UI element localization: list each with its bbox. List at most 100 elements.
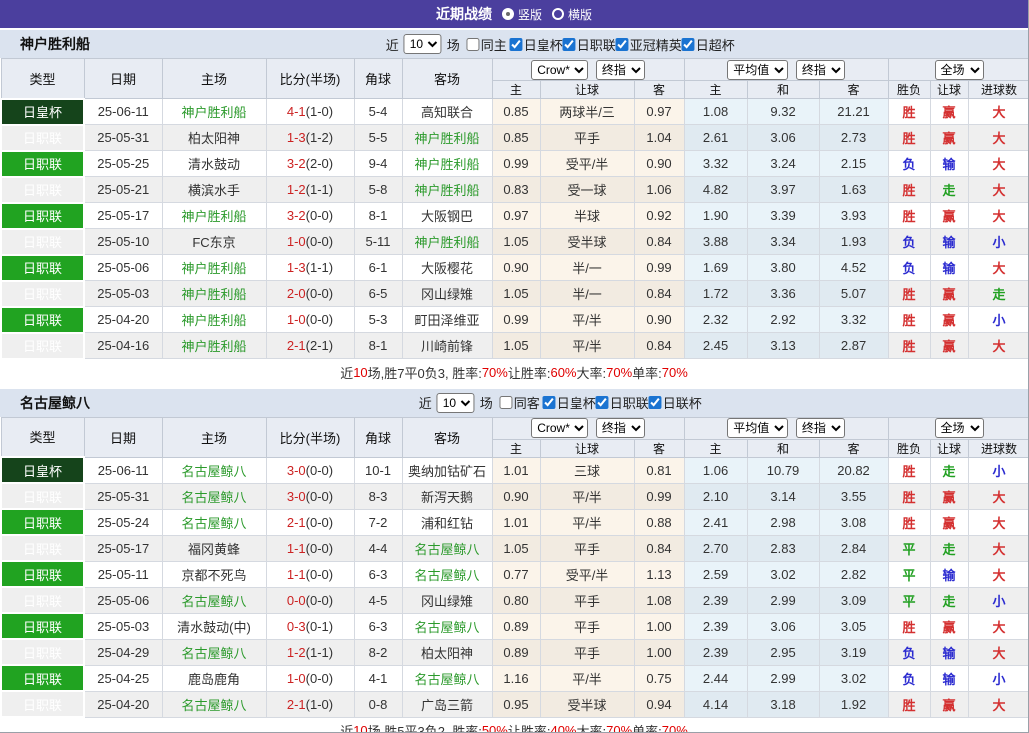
fulltime-score: 2-1 [286,338,306,353]
score-cell: 2-1(1-0) [265,690,355,718]
league-filter[interactable]: 日皇杯 [509,35,563,54]
league-filter[interactable]: 日职联 [595,393,649,412]
filter-controls: 近 10 场 同主 日皇杯 日职联 亚冠精英 日超杯 [386,34,735,54]
competition-type: 日职联 [0,664,85,692]
away-team: 川崎前锋 [401,332,493,359]
same-venue-toggle[interactable]: 同主 [466,35,507,54]
competition-type: 日职联 [0,305,85,334]
handicap-home-odds: 1.05 [491,534,541,562]
col-away: 客场 [401,416,493,458]
league-checkbox[interactable] [542,396,556,409]
avg-draw-odds: 3.39 [746,202,820,229]
handicap-time-select[interactable]: 终指 [595,59,645,80]
league-checkbox[interactable] [509,37,523,51]
layout-radio-vertical[interactable]: 竖版 [501,6,542,23]
league-checkbox[interactable] [595,396,609,409]
score-cell: 1-1(0-0) [265,534,355,562]
halftime-score: (1-0) [305,104,334,119]
col-avg-home: 主 [683,438,748,458]
avg-draw-odds: 3.06 [746,612,820,640]
fullmatch-select[interactable]: 全场 [934,418,984,438]
result-winlose: 胜 [887,124,931,151]
fulltime-score: 0-3 [286,618,306,634]
average-time-select[interactable]: 终指 [795,59,845,80]
summary-percent: 10 [353,723,368,733]
competition-type: 日职联 [0,586,85,614]
col-type: 类型 [0,58,85,99]
handicap-home-odds: 1.16 [491,664,541,692]
league-filter[interactable]: 亚冠精英 [615,35,682,54]
bookmaker-select[interactable]: Crow* [531,59,589,80]
fullmatch-select[interactable]: 全场 [934,59,984,80]
corner-count: 6-3 [353,560,403,588]
handicap-home-odds: 0.80 [491,586,541,614]
same-venue-toggle[interactable]: 同客 [499,393,540,412]
average-select[interactable]: 平均值 [727,418,789,438]
handicap-time-select[interactable]: 终指 [595,418,645,438]
handicap-group-header: Crow* 终指 [491,58,685,81]
avg-draw-odds: 3.34 [746,228,820,255]
avg-home-odds: 2.70 [683,534,748,562]
radio-unselected-icon[interactable] [552,8,564,20]
stats-table: 类型 日期 主场 比分(半场) 角球 客场 Crow* 终指 平均值 终指 全场… [0,416,1028,718]
halftime-score: (0-0) [305,540,334,556]
home-team: 清水鼓动 [161,150,267,177]
score-cell: 2-1(2-1) [265,332,355,359]
away-team: 神户胜利船 [401,228,493,255]
handicap-home-odds: 0.95 [491,690,541,718]
corner-count: 5-11 [353,228,403,255]
league-checkbox[interactable] [648,396,662,409]
avg-home-odds: 2.32 [683,306,748,333]
corner-count: 0-8 [353,690,403,718]
avg-away-odds: 3.02 [818,664,889,692]
league-filter[interactable]: 日超杯 [681,35,735,54]
handicap-home-odds: 0.99 [491,150,541,177]
match-count-select[interactable]: 10 [436,392,475,413]
handicap-away-odds: 1.06 [633,176,685,203]
result-winlose: 负 [887,254,931,281]
bookmaker-select[interactable]: Crow* [531,418,589,438]
competition-type: 日职联 [0,123,85,152]
league-checkbox[interactable] [681,37,695,51]
result-winlose: 胜 [887,508,931,536]
summary-text: 大率: [576,724,607,733]
league-filter[interactable]: 日皇杯 [542,393,596,412]
result-goals: 大 [967,150,1028,177]
halftime-score: (1-2) [305,130,334,145]
home-team: 名古屋鲸八 [161,690,267,718]
summary-percent: 70% [606,364,633,380]
result-winlose: 负 [887,150,931,177]
league-checkbox[interactable] [562,37,576,51]
layout-radio-horizontal[interactable]: 横版 [552,6,592,23]
result-winlose: 负 [887,638,931,666]
away-team: 神户胜利船 [401,150,493,177]
match-date: 25-05-31 [83,124,163,151]
avg-away-odds: 3.93 [818,202,889,229]
home-team: 鹿岛鹿角 [161,664,267,692]
radio-selected-icon[interactable] [501,8,514,20]
result-winlose: 胜 [887,690,931,718]
same-venue-checkbox[interactable] [499,396,513,409]
league-filter[interactable]: 日职联 [562,35,616,54]
fulltime-score: 2-1 [286,696,306,712]
handicap-home-odds: 0.89 [491,638,541,666]
average-time-select[interactable]: 终指 [795,418,845,438]
match-row: 日职联 25-05-31 名古屋鲸八 3-0(0-0) 8-3 新泻天鹅 0.90 平/半 0.… [0,482,1028,510]
league-checkbox[interactable] [615,37,629,51]
corner-count: 4-1 [353,664,403,692]
match-row: 日职联 25-05-03 清水鼓动(中) 0-3(0-1) 6-3 名古屋鲸八 0.89 平手… [0,612,1028,640]
league-filter[interactable]: 日联杯 [648,393,702,412]
result-handicap: 赢 [929,306,969,333]
same-venue-checkbox[interactable] [466,37,480,51]
result-winlose: 胜 [887,482,931,510]
result-goals: 小 [967,306,1028,333]
average-select[interactable]: 平均值 [727,59,789,80]
filter-recent-label: 近 [385,37,399,53]
match-count-select[interactable]: 10 [403,34,442,54]
result-handicap: 走 [929,534,969,562]
handicap-away-odds: 0.84 [633,280,685,307]
result-goals: 大 [967,508,1028,536]
home-team: 名古屋鲸八 [161,456,267,484]
avg-home-odds: 2.61 [683,124,748,151]
result-handicap: 赢 [929,690,969,718]
